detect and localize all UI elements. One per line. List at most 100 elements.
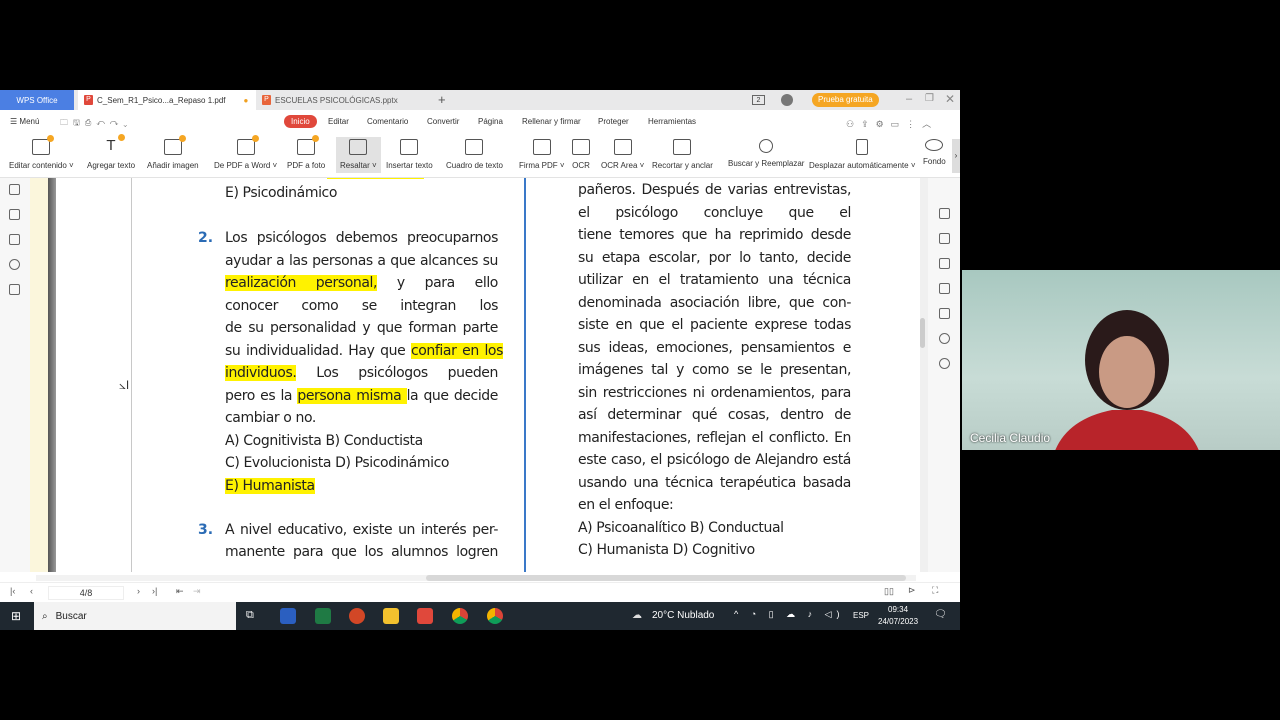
text-segment: conocer como se integran los componentes [225,298,498,314]
add-image-button[interactable]: Añadir imagen [147,135,199,170]
vertical-scrollbar[interactable] [920,318,925,348]
add-text-icon: T [102,134,126,155]
text-line: manente para que los alumnos logren [225,542,498,562]
tab-proteger[interactable]: Proteger [598,117,629,126]
windows-start-icon[interactable]: ⊞ [11,609,21,623]
right-sidebar [928,178,960,572]
task-view-icon[interactable]: ⧉ [246,609,254,622]
bookmark-icon[interactable] [9,184,20,195]
next-page-icon[interactable]: › [137,586,140,596]
fullscreen-icon[interactable]: ⛶ [932,585,938,596]
text-box-button[interactable]: Cuadro de texto [446,139,503,170]
new-tab-button[interactable]: + [438,92,446,107]
text-line: A) Cognitivista B) Conductista [225,431,423,451]
text-segment: de su personalidad y que forman parte de [225,320,498,336]
scroll-thumb[interactable] [426,575,906,581]
excel-app-icon[interactable] [315,608,331,624]
window-count-icon[interactable]: 2 [752,95,765,105]
button-label: PDF a foto [287,161,326,170]
text-segment: su individualidad. Hay que [225,343,411,359]
clock-date[interactable]: 24/07/2023 [878,617,918,626]
tab-pptx-document[interactable]: P ESCUELAS PSICOLÓGICAS.pptx [256,90,426,110]
auto-scroll-button[interactable]: Desplazar automáticamente ˅ [809,139,916,170]
button-label: Fondo [923,157,946,166]
read-mode-icon[interactable]: ▯▯ [884,586,894,597]
text-line: realización personal, y para ello debemo… [225,273,498,293]
crop-panel-icon[interactable] [939,308,950,319]
file-explorer-icon[interactable] [383,608,399,624]
taskbar-search[interactable]: ⌕ Buscar [34,602,236,630]
wps-home-tab[interactable]: WPS Office [0,90,74,110]
ocr-area-button[interactable]: OCR Area ˅ [601,139,644,170]
forward-icon[interactable]: ⇥ [193,586,201,597]
powerpoint-app-icon[interactable] [349,608,365,624]
stamp-icon[interactable] [939,258,950,269]
page-number-input[interactable]: 4/8 [48,586,124,600]
insert-text-button[interactable]: Insertar texto [386,139,433,170]
highlighted-text: E) Humanista [225,478,315,494]
tab-pdf-document[interactable]: P C_Sem_R1_Psico...a_Repaso 1.pdf ● [78,90,256,110]
tab-pagina[interactable]: Página [478,117,503,126]
language-indicator[interactable]: ESP [853,611,869,620]
help-icon[interactable] [939,358,950,369]
weather-icon[interactable]: ☁ [632,610,642,621]
minimize-icon[interactable]: – [906,93,912,105]
attachment-icon[interactable] [9,259,20,270]
tab-editar[interactable]: Editar [328,117,349,126]
toolbar-scroll-right[interactable]: › [952,139,960,173]
trial-button[interactable]: Prueba gratuita [812,93,879,107]
weather-text[interactable]: 20°C Nublado [652,610,714,621]
avatar[interactable] [781,94,793,106]
document-icon[interactable] [939,233,950,244]
notifications-icon[interactable]: 🗨 [934,609,947,620]
column-divider [524,178,526,572]
text-line: individuos. Los psicólogos pueden orient… [225,363,498,383]
ocr-button[interactable]: OCR [572,139,590,170]
system-tray-icons[interactable]: ^ ◔ ▯ ☁ ♪ ◁) [734,609,845,620]
last-page-icon[interactable]: ›| [152,586,157,596]
chrome-app-icon[interactable] [452,608,468,624]
zoom-icon[interactable] [939,333,950,344]
tab-inicio[interactable]: Inicio [284,115,317,128]
highlight-button[interactable]: Resaltar ˅ [336,137,381,173]
first-page-icon[interactable]: |‹ [10,586,15,596]
text-segment: tiene temores que ha reprimido desde [578,227,851,243]
pdf-to-image-button[interactable]: PDF a foto [287,135,326,170]
sign-pdf-button[interactable]: Firma PDF ˅ [519,139,565,170]
signature-panel-icon[interactable] [9,284,20,295]
close-icon[interactable]: ✕ [945,92,955,106]
background-button[interactable]: Fondo [923,139,946,166]
pdf-to-word-button[interactable]: De PDF a Word ˅ [214,135,277,170]
find-replace-button[interactable]: Buscar y Reemplazar [728,139,804,168]
button-label: OCR [572,161,590,170]
text-segment: así determinar qué cosas, dentro de esas [578,407,851,423]
crop-anchor-button[interactable]: Recortar y anclar [652,139,713,170]
share-settings-icons[interactable]: ⚇⇪⚙▭⋮︿ [846,117,938,130]
prev-page-icon[interactable]: ‹ [30,586,33,596]
add-text-button[interactable]: T Agregar texto [87,134,135,170]
menu-button[interactable]: ☰ Menú [10,117,39,126]
windows-taskbar: ⊞ ⌕ Buscar ⧉ ☁ 20°C Nublado ^ ◔ ▯ ☁ ♪ ◁) … [0,602,960,630]
quick-access-icons[interactable]: 🗀🖫⎙↶↷⌄ [60,117,132,131]
text-line: pañeros. Después de varias entrevistas, [578,180,851,200]
chrome-app-icon[interactable] [487,608,503,624]
play-icon[interactable]: ⊳ [908,585,916,596]
tab-herramientas[interactable]: Herramientas [648,117,696,126]
tab-comentario[interactable]: Comentario [367,117,408,126]
horizontal-scrollbar[interactable] [36,575,916,581]
word-app-icon[interactable] [280,608,296,624]
participant-name: Cecilia Claudio [970,431,1051,445]
tab-rellenar-firmar[interactable]: Rellenar y firmar [522,117,581,126]
comment-icon[interactable] [9,234,20,245]
edit-content-button[interactable]: Editar contenido ˅ [9,135,74,170]
edit-icon[interactable] [939,208,950,219]
thumbnail-icon[interactable] [9,209,20,220]
photo-icon [297,135,320,155]
clock-time[interactable]: 09:34 [888,605,908,614]
layout-icon[interactable] [939,283,950,294]
wps-app-icon[interactable] [417,608,433,624]
restore-icon[interactable]: ❐ [925,93,934,104]
back-icon[interactable]: ⇤ [176,586,184,597]
tab-convertir[interactable]: Convertir [427,117,459,126]
pdf-page[interactable]: 2. 3. ⦣I C) Conductista D) Cognitivista … [30,178,920,572]
